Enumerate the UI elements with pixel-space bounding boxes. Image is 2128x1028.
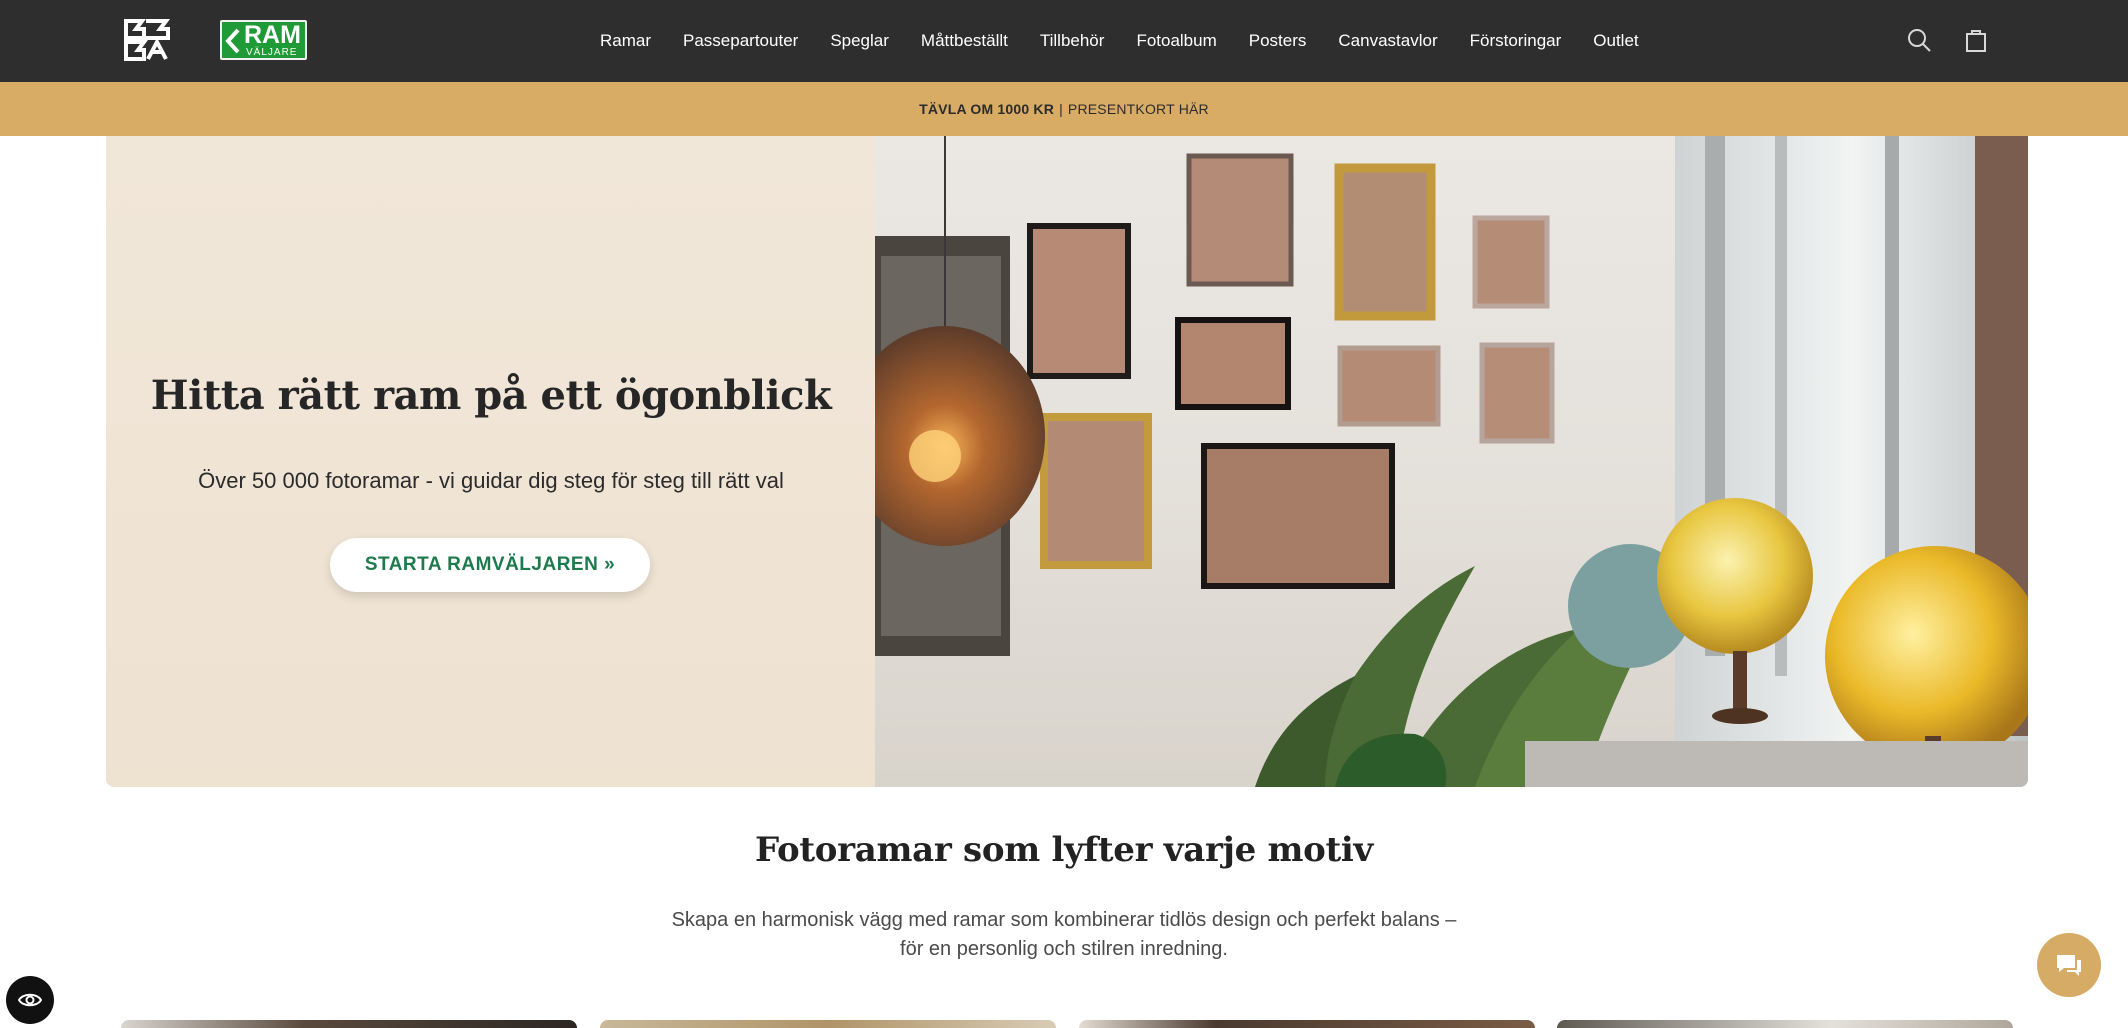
frames	[1027, 153, 1555, 589]
globe-1	[1657, 498, 1813, 654]
nav-tillbehor[interactable]: Tillbehör	[1040, 31, 1105, 51]
nav-canvastavlor[interactable]: Canvastavlor	[1338, 31, 1437, 51]
chat-button[interactable]	[2037, 933, 2101, 997]
main-nav: Ramar Passepartouter Speglar Måttbeställ…	[600, 0, 1671, 82]
start-ramvaljaren-button[interactable]: STARTA RAMVÄLJAREN »	[330, 538, 650, 592]
chevron-left-icon	[225, 28, 240, 54]
announcement-separator: |	[1059, 101, 1063, 117]
site-header: RAM VÄLJARE Ramar Passepartouter Speglar…	[0, 0, 2128, 82]
section-text-line1: Skapa en harmonisk vägg med ramar som ko…	[671, 909, 1457, 931]
nav-posters[interactable]: Posters	[1249, 31, 1307, 51]
search-icon[interactable]	[1905, 26, 1933, 54]
nav-mattbestallt[interactable]: Måttbeställt	[921, 31, 1008, 51]
eye-icon	[17, 993, 43, 1007]
nav-passepartouter[interactable]: Passepartouter	[683, 31, 798, 51]
section-text: Skapa en harmonisk vägg med ramar som ko…	[664, 906, 1464, 964]
brand-logo[interactable]	[124, 18, 170, 62]
bag-icon[interactable]	[1962, 26, 1990, 54]
announcement-bold: TÄVLA OM 1000 KR	[919, 101, 1055, 117]
hero-subtitle: Över 50 000 fotoramar - vi guidar dig st…	[198, 468, 784, 493]
pendant-lamp	[875, 326, 1045, 546]
section-text-line2: för en personlig och stilren inredning.	[900, 938, 1228, 960]
nav-outlet[interactable]: Outlet	[1593, 31, 1638, 51]
category-card[interactable]	[1079, 1020, 1535, 1028]
gallery-wall-illustration	[875, 136, 2028, 787]
category-card[interactable]	[1557, 1020, 2013, 1028]
category-cards	[121, 1020, 2013, 1028]
section-title: Fotoramar som lyfter varje motiv	[755, 830, 1373, 870]
hero-image	[875, 136, 2028, 787]
hero-banner: Hitta rätt ram på ett ögonblick Över 50 …	[106, 136, 2028, 787]
announcement-bar[interactable]: TÄVLA OM 1000 KR | PRESENTKORT HÄR	[0, 82, 2128, 136]
nav-forstoringar[interactable]: Förstoringar	[1470, 31, 1562, 51]
accessibility-button[interactable]	[6, 976, 54, 1024]
nav-fotoalbum[interactable]: Fotoalbum	[1136, 31, 1216, 51]
chat-icon	[2057, 955, 2081, 976]
logo-ram-text: RAM	[244, 21, 301, 49]
hero-text-panel: Hitta rätt ram på ett ögonblick Över 50 …	[106, 136, 876, 787]
announcement-rest: PRESENTKORT HÄR	[1067, 101, 1209, 117]
category-card[interactable]	[600, 1020, 1056, 1028]
logo-valjare-text: VÄLJARE	[246, 47, 298, 58]
hero-title: Hitta rätt ram på ett ögonblick	[150, 372, 832, 419]
ramvaljare-logo[interactable]: RAM VÄLJARE	[220, 20, 307, 60]
nav-speglar[interactable]: Speglar	[830, 31, 889, 51]
category-card[interactable]	[121, 1020, 577, 1028]
nav-ramar[interactable]: Ramar	[600, 31, 651, 51]
